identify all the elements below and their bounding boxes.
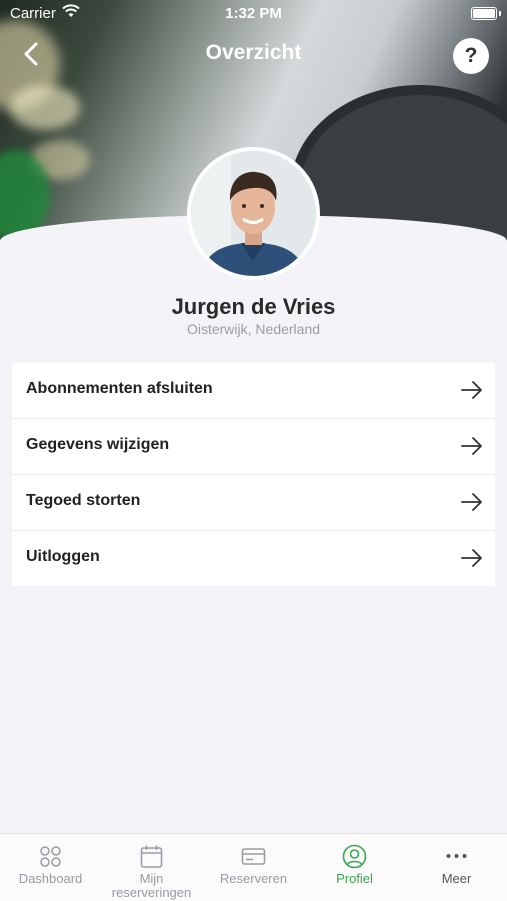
- arrow-right-icon: [461, 381, 482, 399]
- tab-label: Dashboard: [18, 871, 83, 886]
- menu-item-label: Uitloggen: [26, 548, 100, 565]
- dashboard-icon: [40, 846, 61, 867]
- avatar-photo: [191, 151, 316, 276]
- tab-label: Meer: [441, 871, 472, 886]
- tab-dashboard[interactable]: Dashboard: [0, 834, 101, 901]
- tab-profiel[interactable]: Profiel: [304, 834, 405, 901]
- tab-reserveren[interactable]: Reserveren: [203, 834, 304, 901]
- page-title: Overzicht: [205, 41, 302, 64]
- profile-location: Oisterwijk, Nederland: [186, 321, 321, 337]
- clock: 1:32 PM: [225, 5, 282, 22]
- avatar: [187, 147, 320, 280]
- menu-item-label: Gegevens wijzigen: [26, 436, 170, 453]
- menu-item-abonnementen[interactable]: Abonnementen afsluiten: [12, 363, 495, 419]
- menu-item-uitloggen[interactable]: Uitloggen: [12, 531, 495, 586]
- tab-meer[interactable]: Meer: [406, 834, 507, 901]
- profile-icon: [342, 844, 367, 869]
- arrow-right-icon: [461, 493, 482, 511]
- battery-icon: [471, 7, 497, 20]
- tab-label: Profiel: [336, 871, 373, 886]
- arrow-right-icon: [461, 549, 482, 567]
- card-icon: [241, 848, 266, 865]
- profile-menu: Abonnementen afsluiten Gegevens wijzigen…: [12, 363, 495, 586]
- help-button[interactable]: ?: [453, 38, 489, 74]
- profile-name: Jurgen de Vries: [171, 294, 336, 319]
- more-icon: [446, 854, 467, 858]
- tab-label: Reserveren: [219, 871, 288, 886]
- status-bar: Carrier 1:32 PM: [0, 0, 507, 28]
- arrow-right-icon: [461, 437, 482, 455]
- tab-label: Mijn reserveringen: [111, 871, 192, 900]
- menu-item-tegoed[interactable]: Tegoed storten: [12, 475, 495, 531]
- tab-mijn-reserveringen[interactable]: Mijn reserveringen: [101, 834, 202, 901]
- menu-item-label: Abonnementen afsluiten: [26, 380, 213, 397]
- tab-bar: Dashboard Mijn reserveringen Reserveren …: [0, 833, 507, 901]
- menu-item-label: Tegoed storten: [26, 492, 141, 509]
- calendar-icon: [140, 845, 163, 868]
- battery-tip: [499, 11, 501, 16]
- menu-item-gegevens[interactable]: Gegevens wijzigen: [12, 419, 495, 475]
